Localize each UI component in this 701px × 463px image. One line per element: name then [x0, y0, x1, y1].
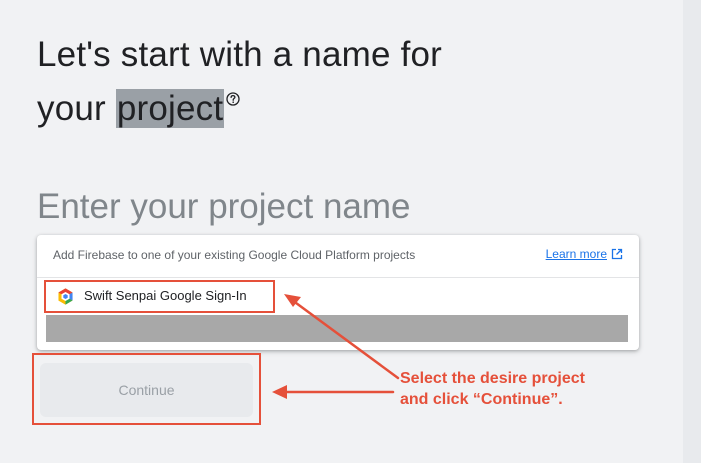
annotation-line1: Select the desire project [400, 370, 585, 387]
dropdown-header: Add Firebase to one of your existing Goo… [37, 235, 639, 278]
continue-button[interactable]: Continue [40, 363, 253, 417]
learn-more-link[interactable]: Learn more [546, 247, 623, 261]
dropdown-hint: Add Firebase to one of your existing Goo… [53, 248, 416, 262]
page-title-line2: your project [37, 82, 557, 136]
help-circle-icon[interactable] [226, 68, 240, 106]
project-name-input[interactable]: Enter your project name [37, 184, 637, 230]
learn-more-label: Learn more [545, 247, 607, 261]
open-in-new-icon [611, 248, 623, 260]
annotation-text: Select the desire project and click “Con… [400, 368, 660, 410]
project-dropdown: Add Firebase to one of your existing Goo… [37, 235, 639, 350]
project-option[interactable]: Swift Senpai Google Sign-In [46, 281, 274, 311]
annotation-line2: and click “Continue”. [400, 391, 563, 408]
page-edge-strip [683, 0, 701, 463]
page-title-prefix: your [37, 89, 116, 128]
project-option-label: Swift Senpai Google Sign-In [84, 288, 247, 303]
page-title: Let's start with a name for your project [37, 28, 557, 136]
page-title-line1: Let's start with a name for [37, 35, 443, 74]
page-title-highlight: project [115, 89, 225, 128]
redacted-project-option[interactable] [46, 315, 628, 342]
google-cloud-icon [58, 288, 73, 305]
arrow-to-continue-head [272, 385, 287, 399]
